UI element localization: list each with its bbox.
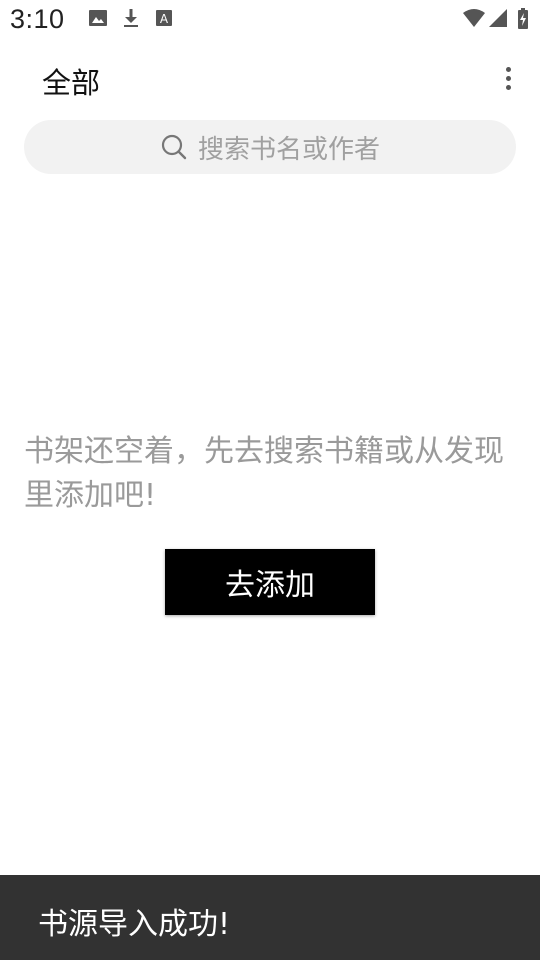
status-bar: 3:10 A (0, 0, 540, 44)
signal-icon (488, 8, 508, 32)
svg-text:A: A (160, 12, 169, 26)
more-vert-icon (505, 66, 511, 72)
image-icon (88, 8, 108, 32)
empty-state-message: 书架还空着，先去搜索书籍或从发现里添加吧! (24, 434, 504, 513)
more-vert-icon-dot (505, 84, 511, 90)
search-icon (160, 133, 188, 161)
page-title: 全部 (42, 66, 101, 100)
snackbar: 书源导入成功! (0, 875, 540, 960)
snackbar-message: 书源导入成功! (38, 907, 231, 942)
add-books-button[interactable]: 去添加 (165, 549, 375, 615)
app-bar: 全部 (0, 44, 540, 114)
more-options-button[interactable] (494, 60, 522, 96)
search-placeholder: 搜索书名或作者 (197, 134, 380, 165)
wifi-icon (462, 8, 486, 32)
search-input[interactable]: 搜索书名或作者 (24, 120, 516, 174)
status-time: 3:10 (10, 4, 65, 34)
text-icon: A (155, 8, 173, 32)
more-vert-icon-dot (505, 75, 511, 81)
battery-charging-icon (517, 8, 529, 34)
download-icon (121, 8, 141, 32)
